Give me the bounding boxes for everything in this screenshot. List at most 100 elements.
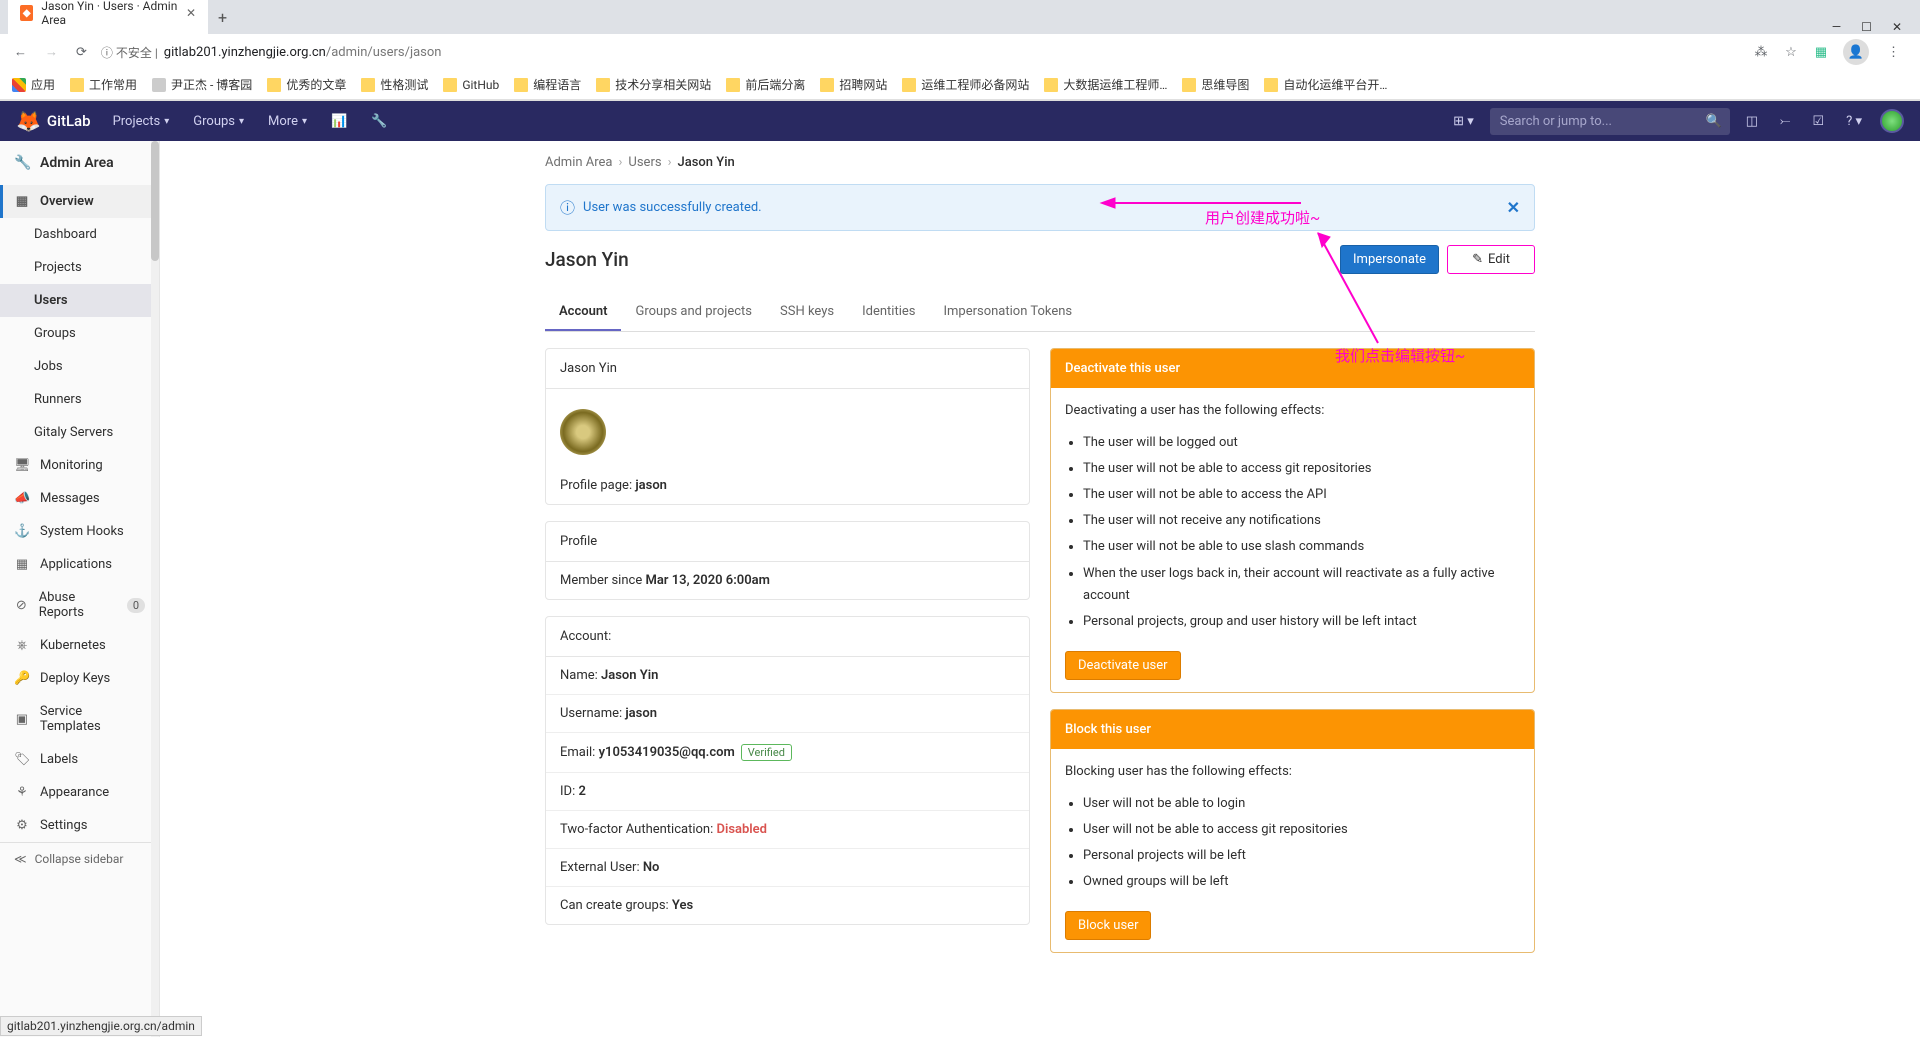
bookmark-item[interactable]: 运维工程师必备网站 [902,76,1029,93]
block-user-button[interactable]: Block user [1065,911,1151,940]
sidebar-item-applications[interactable]: ▦Applications [0,548,159,581]
reload-icon[interactable]: ⟳ [72,41,91,64]
menu-more[interactable]: More ▾ [258,106,317,137]
sidebar-item-deploy-keys[interactable]: 🔑Deploy Keys [0,662,159,695]
tab-account[interactable]: Account [545,294,621,331]
sidebar-item-messages[interactable]: 📣Messages [0,482,159,515]
folder-icon [902,78,916,92]
bookmark-item[interactable]: 招聘网站 [820,76,887,93]
bookmark-item[interactable]: 自动化运维平台开… [1264,76,1387,93]
profile-avatar-icon[interactable]: 👤 [1843,39,1869,65]
browser-tab[interactable]: ◆ Jason Yin · Users · Admin Area ✕ [8,0,208,34]
account-panel: Account: Name: Jason Yin Username: jason… [545,616,1030,925]
bookmark-item[interactable]: 前后端分离 [726,76,805,93]
bookmark-item[interactable]: 性格测试 [361,76,428,93]
list-item: The user will not be able to access the … [1083,482,1520,508]
alert-close-icon[interactable]: ✕ [1507,198,1520,217]
bookmark-item[interactable]: GitHub [443,78,499,92]
window-minimize-icon[interactable]: — [1832,20,1841,34]
tab-identities[interactable]: Identities [848,294,929,331]
translate-icon[interactable]: ⁂ [1753,44,1769,60]
window-close-icon[interactable]: ✕ [1892,20,1902,34]
crumb-users[interactable]: Users [628,155,661,170]
apps-icon: ▦ [14,557,30,572]
bookmark-item[interactable]: 思维导图 [1182,76,1249,93]
impersonate-button[interactable]: Impersonate [1340,245,1439,274]
user-avatar-icon[interactable] [1880,109,1904,133]
folder-icon [1264,78,1278,92]
sidebar-item-projects[interactable]: Projects [0,251,159,284]
sidebar-item-settings[interactable]: ⚙Settings [0,809,159,842]
window-maximize-icon[interactable]: ☐ [1861,20,1872,34]
new-tab-button[interactable]: + [208,1,237,34]
topbar-right: ⊞ ▾ 🔍 ◫ ⤚ ☑ ? ▾ [1443,106,1904,137]
sidebar-item-kubernetes[interactable]: ⎈Kubernetes [0,629,159,662]
crumb-admin[interactable]: Admin Area [545,155,613,170]
sidebar-scrollbar[interactable] [151,141,159,1037]
collapse-icon: ≪ [14,852,27,866]
monitor-icon: 🖥 [14,458,30,473]
back-icon[interactable]: ← [10,40,31,64]
name-row: Name: Jason Yin [546,657,1029,695]
template-icon: ▣ [14,712,30,727]
sidebar-item-overview[interactable]: ▦ Overview [0,185,159,218]
todos-icon[interactable]: ☑ [1802,106,1834,137]
sidebar-item-labels[interactable]: 🏷Labels [0,743,159,776]
list-item: User will not be able to access git repo… [1083,817,1520,843]
collapse-sidebar[interactable]: ≪Collapse sidebar [0,842,159,875]
tab-impersonation-tokens[interactable]: Impersonation Tokens [929,294,1086,331]
tab-ssh-keys[interactable]: SSH keys [766,294,848,331]
menu-projects[interactable]: Projects ▾ [103,106,180,137]
sidebar-item-service-templates[interactable]: ▣Service Templates [0,695,159,743]
menu-groups[interactable]: Groups ▾ [183,106,254,137]
search-icon[interactable]: 🔍 [1706,114,1722,129]
sidebar-item-jobs[interactable]: Jobs [0,350,159,383]
appearance-icon: ⚘ [14,785,30,800]
sidebar-item-runners[interactable]: Runners [0,383,159,416]
bookmark-item[interactable]: 工作常用 [70,76,137,93]
create-groups-row: Can create groups: Yes [546,887,1029,924]
right-column: Deactivate this user Deactivating a user… [1050,348,1535,969]
menu-icon[interactable]: ⋮ [1883,41,1904,64]
bookmark-item[interactable]: 尹正杰 - 博客园 [152,76,252,93]
tab-groups-projects[interactable]: Groups and projects [621,294,766,331]
sidebar-item-gitaly[interactable]: Gitaly Servers [0,416,159,449]
user-name-heading: Jason Yin [546,349,1029,389]
gitlab-logo[interactable]: 🦊 GitLab [16,109,91,133]
plus-icon[interactable]: ⊞ ▾ [1443,106,1484,137]
abuse-count-badge: 0 [127,598,145,613]
merge-requests-icon[interactable]: ⤚ [1770,106,1800,137]
key-icon: 🔑 [14,671,30,686]
help-icon[interactable]: ? ▾ [1836,106,1872,137]
issues-icon[interactable]: ◫ [1736,106,1768,137]
page-header: Jason Yin 用户创建成功啦~ Impersonate ✎ Edit [545,245,1535,274]
folder-icon [70,78,84,92]
bookmark-item[interactable]: 优秀的文章 [267,76,346,93]
bookmark-item[interactable]: 大数据运维工程师… [1044,76,1167,93]
forward-icon[interactable]: → [41,40,62,64]
star-icon[interactable]: ☆ [1783,44,1799,60]
wrench-icon[interactable]: 🔧 [361,106,397,137]
sidebar-item-users[interactable]: Users [0,284,159,317]
label-icon: 🏷 [14,752,30,767]
activity-icon[interactable]: 📊 [321,106,357,137]
extension-icon[interactable]: ▦ [1813,44,1829,60]
url-host: gitlab201.yinzhengjie.org.cn [164,45,326,60]
sidebar-item-dashboard[interactable]: Dashboard [0,218,159,251]
sidebar-item-appearance[interactable]: ⚘Appearance [0,776,159,809]
edit-button[interactable]: ✎ Edit [1447,245,1535,274]
sidebar-item-groups[interactable]: Groups [0,317,159,350]
info-icon: ⓘ [560,197,575,218]
bookmark-item[interactable]: 技术分享相关网站 [596,76,711,93]
tab-close-icon[interactable]: ✕ [186,6,196,20]
gitlab-topbar: 🦊 GitLab Projects ▾ Groups ▾ More ▾ 📊 🔧 … [0,101,1920,141]
bookmark-item[interactable]: 编程语言 [514,76,581,93]
search-input[interactable] [1490,108,1730,135]
sidebar-item-abuse[interactable]: ⊘Abuse Reports0 [0,581,159,629]
folder-icon [267,78,281,92]
url-field[interactable]: ⓘ 不安全 | gitlab201.yinzhengjie.org.cn/adm… [101,44,1743,61]
bookmark-apps[interactable]: 应用 [12,76,55,93]
deactivate-user-button[interactable]: Deactivate user [1065,651,1181,680]
sidebar-item-system-hooks[interactable]: ⚓System Hooks [0,515,159,548]
sidebar-item-monitoring[interactable]: 🖥Monitoring [0,449,159,482]
